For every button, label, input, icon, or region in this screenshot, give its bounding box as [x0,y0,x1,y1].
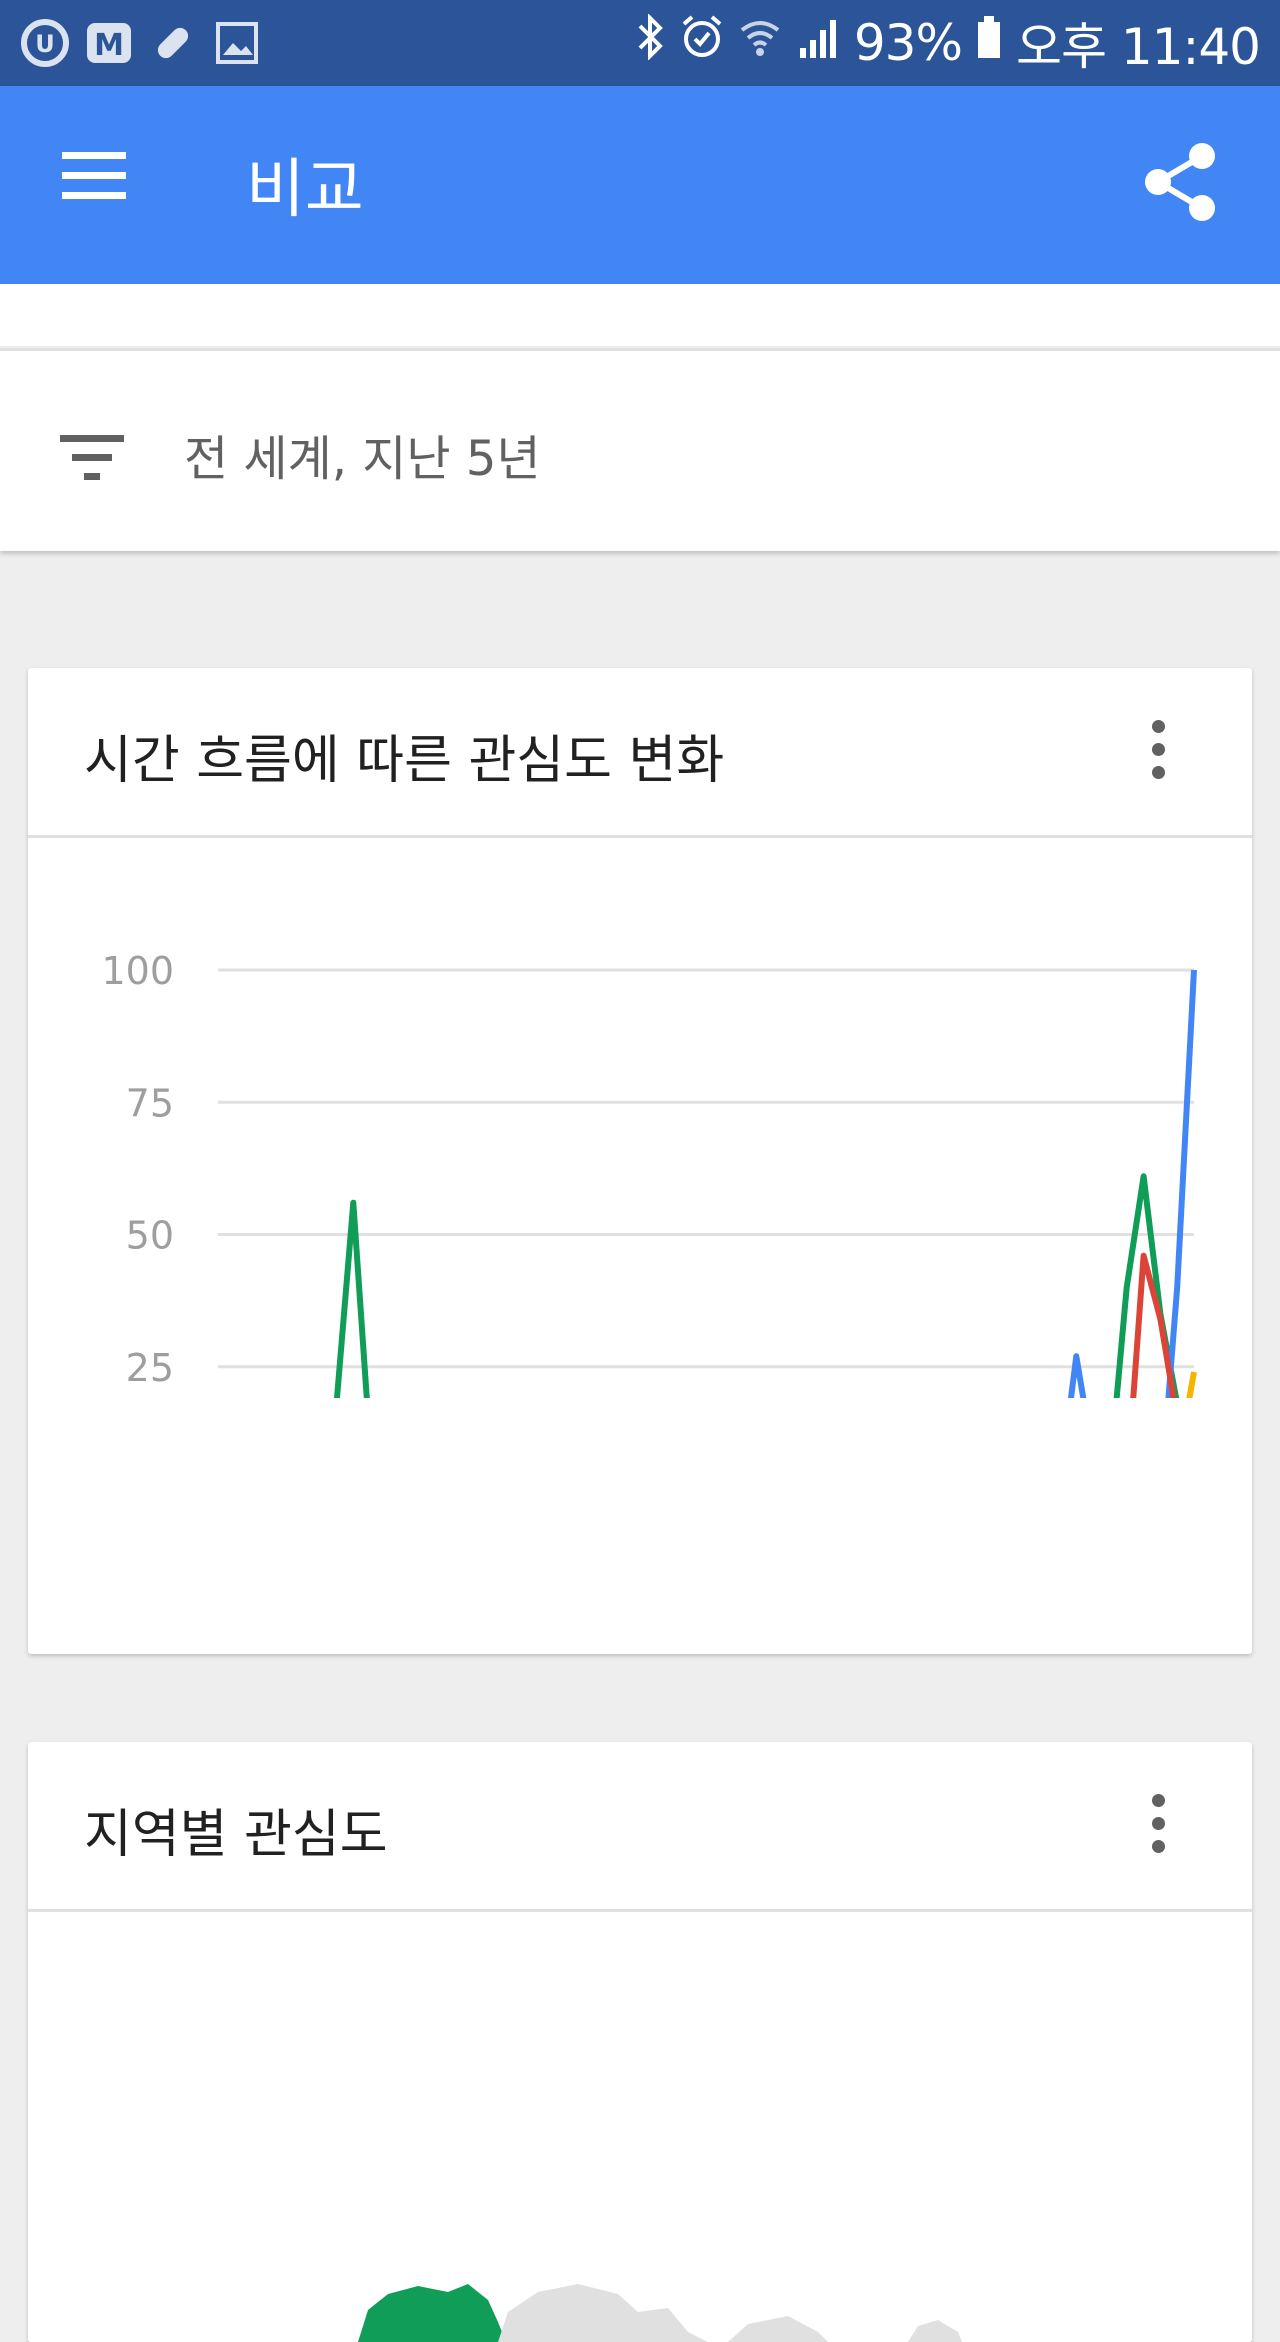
battery-text: 93% [853,14,963,72]
more-options-icon[interactable] [1138,1794,1178,1858]
u-plus-icon: U [20,18,70,68]
card-header: 시간 흐름에 따른 관심도 변화 [28,668,1252,838]
status-right: 93% 오후 11:40 [636,0,1261,86]
filter-icon[interactable] [58,431,128,487]
y-tick-label: 75 [126,1081,174,1125]
more-options-icon[interactable] [1138,720,1178,784]
y-tick-label: 25 [126,1346,174,1390]
card-title: 지역별 관심도 [84,1805,388,1865]
series-line-2 [1067,969,1197,1398]
page-title: 비교 [246,153,364,227]
signal-icon [796,14,840,72]
y-tick-label: 100 [101,949,174,993]
svg-text:U: U [35,30,55,58]
battery-icon [976,14,1002,72]
filter-bar[interactable]: 전 세계, 지난 5년 [0,348,1280,551]
alarm-icon [680,14,724,72]
status-left-icons: U M [20,18,262,68]
series-line-1 [333,1173,1180,1398]
card-header: 지역별 관심도 [28,1742,1252,1912]
interest-over-time-card: 시간 흐름에 따른 관심도 변화 2550751002012. 3. 1.201… [28,668,1252,1654]
card-title: 시간 흐름에 따른 관심도 변화 [84,731,725,791]
m-app-icon: M [84,18,134,68]
app-bar: 비교 [0,86,1280,284]
region-map [358,2284,962,2342]
hamburger-menu-icon[interactable] [62,152,132,212]
filter-summary[interactable]: 전 세계, 지난 5년 [184,419,541,489]
map-region [728,2316,828,2342]
svg-text:M: M [94,28,124,63]
series-line-3 [1130,1252,1177,1398]
bluetooth-icon [636,13,666,72]
image-icon [212,18,262,68]
clock: 오후 11:40 [1016,18,1261,76]
series-line-4 [1186,1371,1197,1398]
map-region [498,2284,708,2342]
interest-by-region-card: 지역별 관심도 [28,1742,1252,2342]
share-icon[interactable] [1140,138,1222,226]
line-chart: 2550751002012. 3. 1.2014. 2. 1.2016. 1. … [101,949,1197,1398]
toolbar-strip [0,284,1280,346]
map-region [908,2320,962,2342]
y-tick-label: 50 [126,1214,174,1258]
status-bar: U M 93% 오후 11:40 [0,0,1280,86]
wifi-icon [738,14,782,72]
map-region-highlighted [358,2284,506,2342]
pill-icon [148,18,198,68]
